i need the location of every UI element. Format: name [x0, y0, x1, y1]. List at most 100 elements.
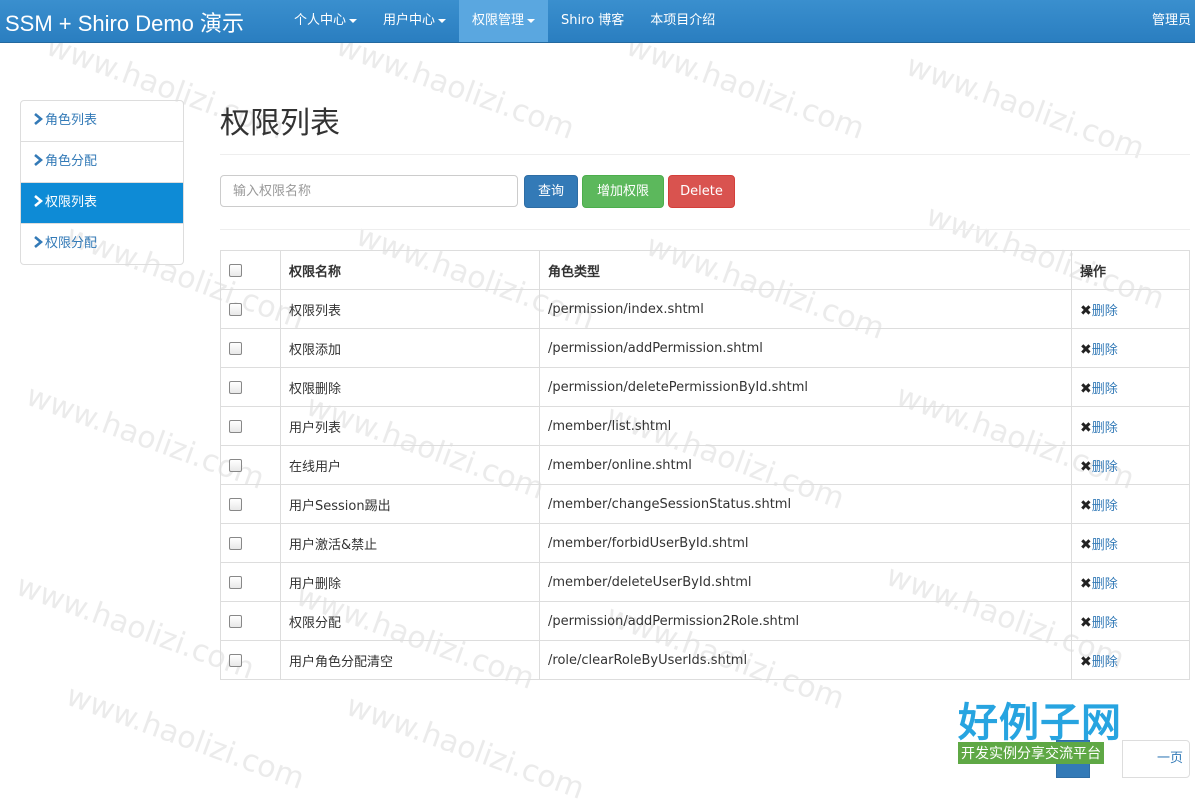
delete-link[interactable]: 删除 — [1092, 304, 1118, 319]
header-actions: 操作 — [1071, 250, 1190, 290]
row-checkbox[interactable] — [229, 302, 242, 316]
actions-cell: ✖删除 — [1071, 406, 1190, 446]
row-checkbox[interactable] — [229, 653, 242, 667]
row-select-cell — [220, 289, 281, 329]
sidebar-item-1[interactable]: 角色分配 — [21, 141, 183, 182]
caret-down-icon — [349, 18, 358, 23]
permission-url-cell: /permission/index.shtml — [539, 289, 1072, 329]
table-row: 权限分配/permission/addPermission2Role.shtml… — [220, 601, 1190, 641]
actions-cell: ✖删除 — [1071, 523, 1190, 563]
permission-name-cell: 在线用户 — [280, 445, 540, 485]
close-icon: ✖ — [1080, 458, 1092, 475]
row-checkbox[interactable] — [229, 497, 242, 511]
row-checkbox[interactable] — [229, 380, 242, 394]
delete-link[interactable]: 删除 — [1092, 655, 1118, 670]
logo-main-text: 好例子网 — [958, 700, 1122, 746]
close-icon: ✖ — [1080, 653, 1092, 670]
row-checkbox[interactable] — [229, 419, 242, 433]
close-icon: ✖ — [1080, 341, 1092, 358]
row-select-cell — [220, 484, 281, 524]
actions-cell: ✖删除 — [1071, 289, 1190, 329]
permission-url-cell: /permission/addPermission.shtml — [539, 328, 1072, 368]
delete-button[interactable]: Delete — [668, 175, 735, 208]
add-permission-button[interactable]: 增加权限 — [582, 175, 664, 208]
permission-name-cell: 权限添加 — [280, 328, 540, 368]
sidebar-item-3[interactable]: 权限分配 — [21, 223, 183, 264]
nav-item-3[interactable]: Shiro 博客 — [548, 0, 637, 42]
actions-cell: ✖删除 — [1071, 562, 1190, 602]
row-checkbox[interactable] — [229, 614, 242, 628]
close-icon: ✖ — [1080, 614, 1092, 631]
permission-url-cell: /member/deleteUserById.shtml — [539, 562, 1072, 602]
table-body: 权限列表/permission/index.shtml ✖删除 权限添加/permi… — [220, 289, 1190, 680]
permission-name-cell: 权限分配 — [280, 601, 540, 641]
sidebar-item-label: 权限列表 — [45, 195, 98, 210]
user-menu[interactable]: 管理员 — [1152, 0, 1195, 42]
pagination-next[interactable]: 一页 — [1122, 740, 1190, 778]
permission-name-cell: 用户角色分配清空 — [280, 640, 540, 680]
user-menu-label: 管理员 — [1151, 13, 1191, 28]
table-header-row: 权限名称 角色类型 操作 — [220, 250, 1190, 290]
watermark-text: www.haolizi.com — [341, 688, 589, 807]
delete-link[interactable]: 删除 — [1092, 421, 1118, 436]
row-select-cell — [220, 328, 281, 368]
sidebar-menu: 角色列表 角色分配权限列表权限分配 — [20, 100, 184, 265]
actions-cell: ✖删除 — [1071, 640, 1190, 680]
permission-search-input[interactable] — [220, 175, 518, 207]
permission-name-cell: 用户激活&禁止 — [280, 523, 540, 563]
actions-cell: ✖删除 — [1071, 601, 1190, 641]
watermark-text: www.haolizi.com — [621, 28, 869, 147]
nav-item-label: Shiro 博客 — [561, 13, 625, 28]
delete-link[interactable]: 删除 — [1092, 616, 1118, 631]
pagination-current-page[interactable] — [1056, 740, 1090, 778]
nav-item-label: 用户中心 — [383, 13, 436, 28]
row-select-cell — [220, 406, 281, 446]
delete-link[interactable]: 删除 — [1092, 343, 1118, 358]
brand-title[interactable]: SSM + Shiro Demo 演示 — [5, 6, 244, 38]
table-row: 权限添加/permission/addPermission.shtml ✖删除 — [220, 328, 1190, 368]
actions-cell: ✖删除 — [1071, 328, 1190, 368]
select-all-checkbox[interactable] — [229, 263, 242, 277]
watermark-text: www.haolizi.com — [331, 28, 579, 147]
delete-link[interactable]: 删除 — [1092, 382, 1118, 397]
query-button[interactable]: 查询 — [524, 175, 578, 208]
site-logo: 好例子网 开发实例分享交流平台 — [958, 690, 1121, 770]
permission-url-cell: /member/online.shtml — [539, 445, 1072, 485]
table-row: 用户列表/member/list.shtml ✖删除 — [220, 406, 1190, 446]
nav-item-label: 个人中心 — [294, 13, 347, 28]
row-select-cell — [220, 562, 281, 602]
permission-url-cell: /permission/deletePermissionById.shtml — [539, 367, 1072, 407]
nav-item-2[interactable]: 权限管理 — [459, 0, 549, 42]
permission-url-cell: /role/clearRoleByUserIds.shtml — [539, 640, 1072, 680]
page-title: 权限列表 — [220, 106, 340, 141]
nav-item-1[interactable]: 用户中心 — [370, 0, 459, 42]
toolbar-divider — [220, 229, 1190, 230]
row-select-cell — [220, 640, 281, 680]
row-checkbox[interactable] — [229, 458, 242, 472]
delete-link[interactable]: 删除 — [1092, 538, 1118, 553]
row-checkbox[interactable] — [229, 575, 242, 589]
permission-url-cell: /permission/addPermission2Role.shtml — [539, 601, 1072, 641]
sidebar-item-2[interactable]: 权限列表 — [21, 182, 183, 223]
close-icon: ✖ — [1080, 380, 1092, 397]
close-icon: ✖ — [1080, 536, 1092, 553]
select-all-cell — [220, 250, 281, 290]
nav-item-4[interactable]: 本项目介绍 — [637, 0, 728, 42]
close-icon: ✖ — [1080, 497, 1092, 514]
table-row: 在线用户/member/online.shtml ✖删除 — [220, 445, 1190, 485]
caret-down-icon — [438, 18, 447, 23]
table-row: 用户Session踢出/member/changeSessionStatus.s… — [220, 484, 1190, 524]
row-checkbox[interactable] — [229, 536, 242, 550]
sidebar-item-0[interactable]: 角色列表 — [21, 101, 183, 141]
row-select-cell — [220, 523, 281, 563]
nav-item-0[interactable]: 个人中心 — [281, 0, 370, 42]
permission-url-cell: /member/changeSessionStatus.shtml — [539, 484, 1072, 524]
row-checkbox[interactable] — [229, 341, 242, 355]
table-row: 用户角色分配清空/role/clearRoleByUserIds.shtml ✖删… — [220, 640, 1190, 680]
delete-link[interactable]: 删除 — [1092, 577, 1118, 592]
table-row: 用户激活&禁止/member/forbidUserById.shtml ✖删除 — [220, 523, 1190, 563]
chevron-right-icon — [34, 195, 43, 207]
delete-link[interactable]: 删除 — [1092, 499, 1118, 514]
chevron-right-icon — [34, 154, 43, 166]
delete-link[interactable]: 删除 — [1092, 460, 1118, 475]
